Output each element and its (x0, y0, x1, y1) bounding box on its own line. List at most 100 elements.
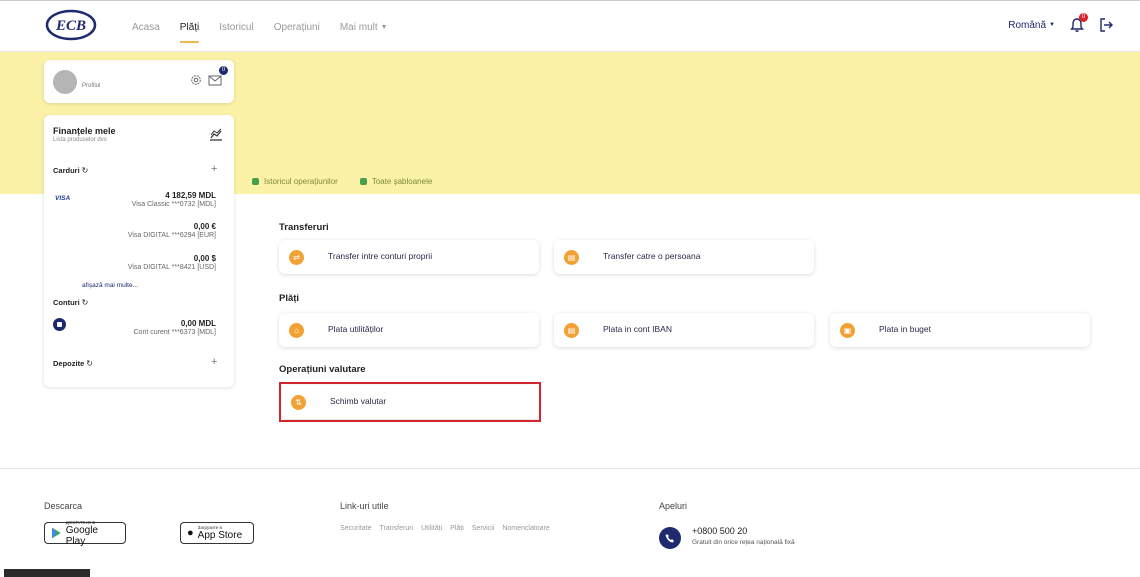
google-play-text: ДОСТУПНО В Google Play (66, 520, 119, 547)
op-label: Plata in cont IBAN (603, 324, 672, 334)
person-icon: ▤ (564, 250, 579, 265)
notifications-button[interactable]: 0 (1069, 13, 1088, 33)
mail-icon[interactable] (208, 74, 222, 86)
calls-title: Apeluri (659, 501, 688, 511)
google-play-button[interactable]: ДОСТУПНО В Google Play (44, 520, 126, 547)
language-label: Română (1008, 19, 1047, 31)
transfers-title: Transferuri (279, 222, 329, 233)
profile-card: Profilul 0 (44, 60, 234, 103)
transfer-person-button[interactable]: ▤ Transfer catre o persoana (554, 240, 814, 274)
nav-operatiuni-label: Operațiuni (273, 21, 320, 33)
phone-note: Gratuit din orice rețea națională fixă (692, 539, 795, 546)
account-icon (53, 318, 66, 331)
budget-icon: ▣ (840, 323, 855, 338)
op-label: Transfer catre o persoana (603, 251, 701, 261)
show-more-link[interactable]: afișază mai multe... (82, 282, 138, 289)
pay-budget-button[interactable]: ▣ Plata in buget (830, 313, 1090, 347)
chevron-down-icon: ▼ (380, 23, 388, 31)
card-amount[interactable]: 0,00 € (194, 222, 216, 231)
fx-title: Operațiuni valutare (279, 364, 366, 375)
quick-links: Istoricul operațiunilor Toate șabloanele (252, 177, 432, 186)
nav-acasa[interactable]: Acasa (132, 1, 160, 53)
refresh-icon[interactable]: ↻ (86, 359, 93, 368)
links-title: Link-uri utile (340, 501, 389, 511)
cards-label: Carduri (53, 166, 80, 175)
footer-link-utilitati[interactable]: Utilități (421, 525, 442, 532)
main-nav: Acasa Plăți Istoricul Operațiuni Mai mul… (132, 1, 408, 53)
language-selector[interactable]: Română ▼ (1008, 20, 1055, 31)
accounts-header[interactable]: Conturi ↻ (53, 298, 88, 307)
highlight-box (279, 382, 541, 422)
pay-utilities-button[interactable]: ⌂ Plata utilităților (279, 313, 539, 347)
footer-link-nomenclatoare[interactable]: Nomenclatoare (502, 525, 549, 532)
profile-link[interactable]: Profilul (82, 83, 100, 89)
card-amount[interactable]: 4 182,59 MDL (165, 191, 216, 200)
templates-icon (359, 178, 367, 185)
download-title: Descarca (44, 501, 83, 511)
nav-operatiuni[interactable]: Operațiuni (274, 1, 320, 53)
app-store-text: Загрузите в App Store (198, 525, 242, 541)
app-store-big: App Store (197, 530, 243, 541)
card-desc[interactable]: Visa Classic ***0732 [MDL] (132, 201, 216, 208)
history-link-label: Istoricul operațiunilor (264, 177, 338, 186)
templates-link[interactable]: Toate șabloanele (359, 177, 433, 186)
phone-icon[interactable] (659, 527, 681, 549)
templates-link-label: Toate șabloanele (371, 177, 433, 186)
footer-link-securitate[interactable]: Securitate (340, 525, 372, 532)
nav-istoricul[interactable]: Istoricul (219, 1, 253, 53)
status-bar-chip (4, 569, 90, 577)
google-play-icon (51, 527, 61, 539)
pay-iban-button[interactable]: ▤ Plata in cont IBAN (554, 313, 814, 347)
visa-logo: VISA (55, 195, 71, 202)
deposits-label: Depozite (53, 359, 85, 368)
nav-acasa-label: Acasa (132, 21, 160, 33)
op-label: Plata in buget (879, 324, 931, 334)
footer-link-servicii[interactable]: Servicii (472, 525, 495, 532)
account-desc[interactable]: Cont curent ***6373 [MDL] (134, 329, 217, 336)
payments-title: Plăți (279, 293, 300, 304)
phone-number[interactable]: +0800 500 20 (692, 526, 747, 536)
refresh-icon[interactable]: ↻ (82, 166, 89, 175)
app-store-button[interactable]: ● Загрузите в App Store (180, 522, 254, 544)
card-desc[interactable]: Visa DIGITAL ***6294 [EUR] (128, 232, 216, 239)
account-amount[interactable]: 0,00 MDL (181, 319, 216, 328)
footer: Descarca ДОСТУПНО В Google Play ● Загруз… (0, 468, 1140, 577)
svg-text:ECB: ECB (55, 18, 86, 34)
nav-mai-mult-label: Mai mult (339, 21, 378, 33)
apple-icon: ● (187, 527, 194, 539)
phone-glyph (665, 534, 674, 543)
card-desc[interactable]: Visa DIGITAL ***8421 [USD] (128, 264, 216, 271)
card-amount[interactable]: 0,00 $ (194, 254, 216, 263)
transfer-icon: ⇄ (289, 250, 304, 265)
op-label: Plata utilităților (328, 324, 384, 334)
chevron-down-icon: ▼ (1049, 22, 1055, 28)
nav-plati[interactable]: Plăți (179, 1, 200, 53)
refresh-icon[interactable]: ↻ (82, 298, 89, 307)
footer-link-plati[interactable]: Plăți (450, 525, 464, 532)
accounts-label: Conturi (53, 298, 80, 307)
op-label: Transfer intre conturi proprii (328, 251, 433, 261)
avatar[interactable] (53, 70, 77, 94)
chart-icon[interactable] (209, 128, 223, 142)
cards-header[interactable]: Carduri ↻ (53, 166, 88, 175)
messages-badge: 0 (219, 66, 228, 75)
logout-icon[interactable] (1099, 18, 1114, 32)
notification-badge: 0 (1079, 13, 1088, 22)
footer-link-transferuri[interactable]: Transferuri (380, 525, 414, 532)
iban-icon: ▤ (564, 323, 579, 338)
utilities-icon: ⌂ (289, 323, 304, 338)
top-navigation: ECB Acasa Plăți Istoricul Operațiuni Mai… (0, 0, 1140, 52)
add-deposit-button[interactable]: + (211, 356, 217, 368)
nav-istoricul-label: Istoricul (219, 21, 254, 33)
add-card-button[interactable]: + (211, 163, 217, 175)
gear-icon[interactable] (190, 74, 202, 86)
nav-mai-mult[interactable]: Mai mult ▼ (340, 1, 388, 53)
header-tools: Română ▼ 0 (1008, 13, 1114, 33)
finances-title: Finanțele mele (53, 126, 116, 136)
nav-plati-label: Plăți (179, 21, 200, 33)
ecb-logo[interactable]: ECB (45, 9, 97, 41)
history-link[interactable]: Istoricul operațiunilor (252, 177, 338, 186)
google-play-big: Google Play (65, 524, 98, 547)
transfer-own-accounts-button[interactable]: ⇄ Transfer intre conturi proprii (279, 240, 539, 274)
deposits-header[interactable]: Depozite ↻ (53, 359, 93, 368)
